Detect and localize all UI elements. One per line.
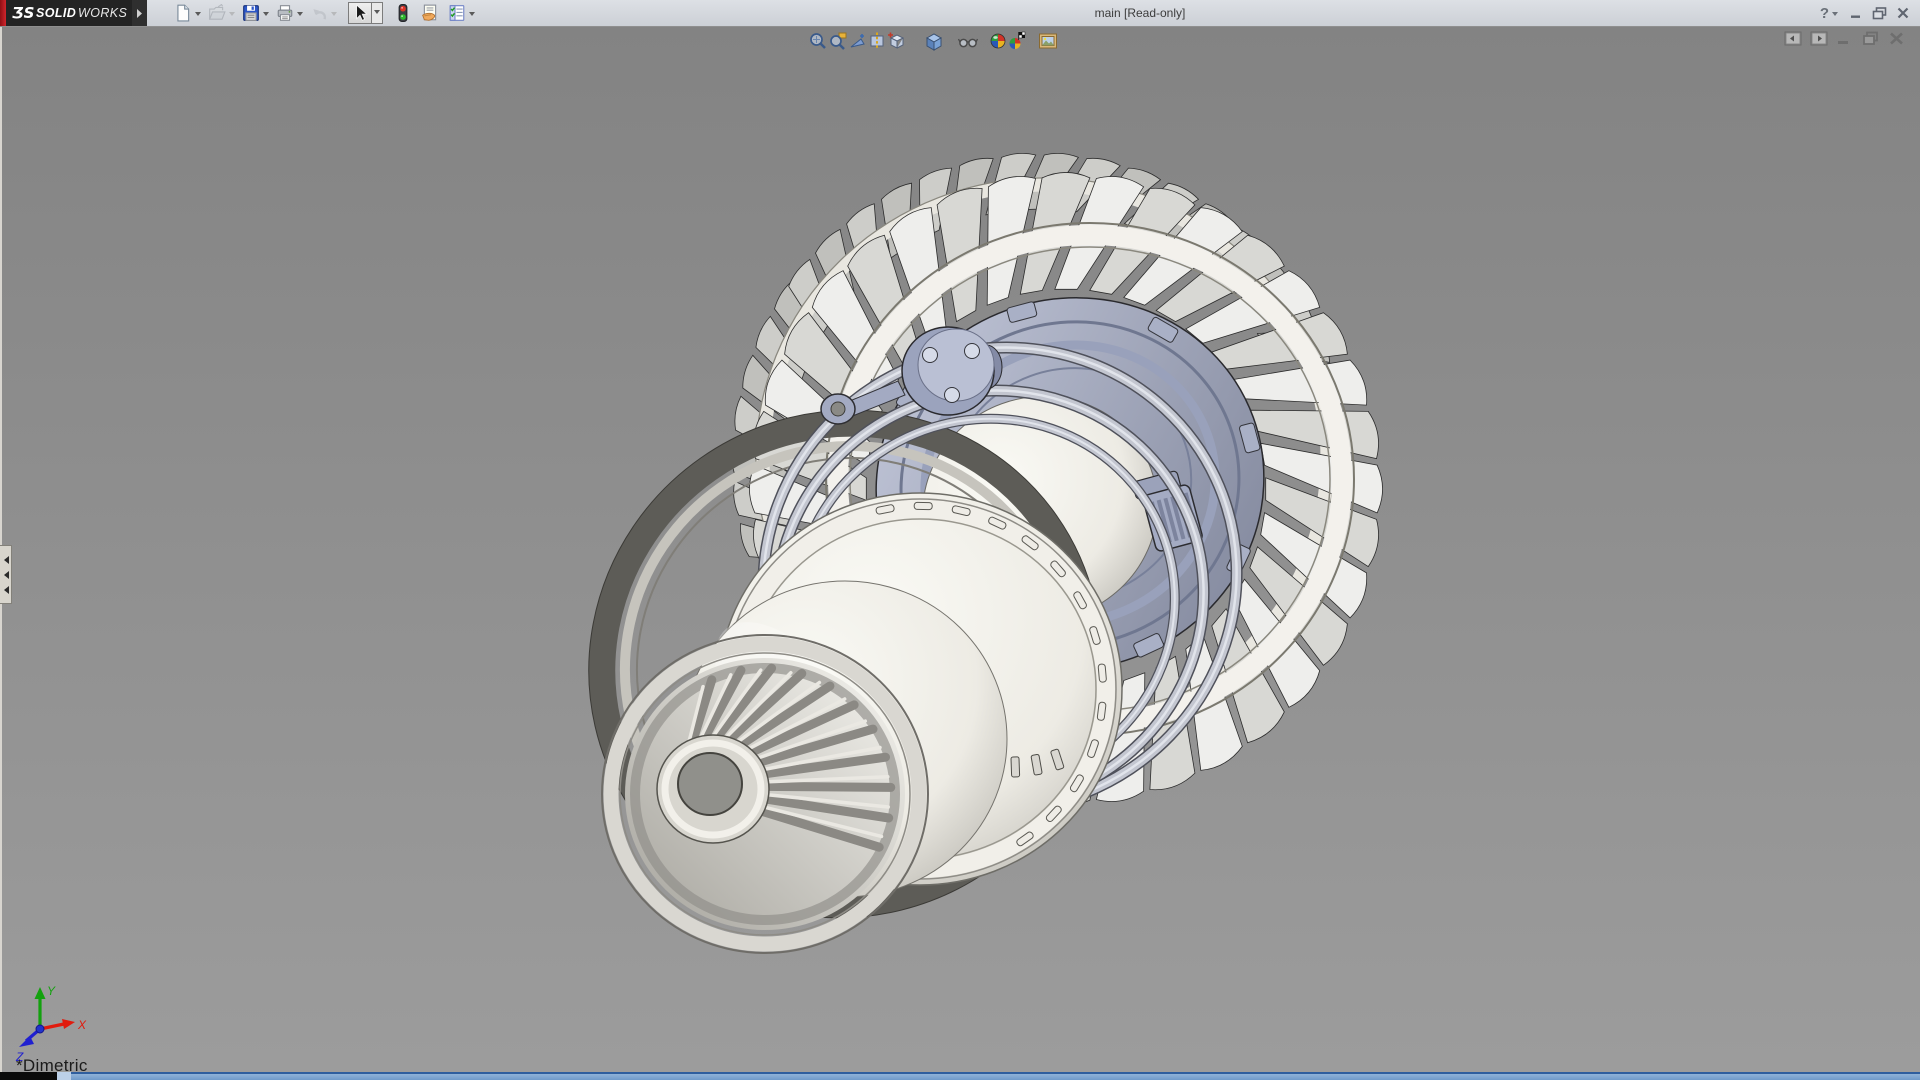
- chevron-right-icon: [136, 9, 143, 18]
- save-floppy-icon: [242, 4, 260, 22]
- open-button[interactable]: [207, 3, 238, 23]
- collapse-arrow-icon: [0, 556, 9, 564]
- brand-glyph: ƷS: [12, 4, 34, 22]
- help-button[interactable]: ?: [1820, 5, 1840, 22]
- collapse-arrow-icon: [0, 571, 9, 579]
- headsup-view-toolbar: [0, 31, 1920, 53]
- zoom-to-area-button[interactable]: [828, 31, 848, 51]
- main-toolbar: [173, 0, 481, 26]
- reference-triad: Y X Z: [14, 982, 114, 1064]
- zoom-to-fit-button[interactable]: [808, 31, 828, 51]
- dropdown-arrow-icon[interactable]: [469, 12, 475, 19]
- feature-pane-left-button[interactable]: [1784, 31, 1802, 46]
- view-orientation-icon: [886, 31, 906, 51]
- previous-view-button[interactable]: [848, 31, 868, 51]
- options-button[interactable]: [447, 3, 478, 23]
- dropdown-arrow-icon[interactable]: [263, 12, 269, 19]
- section-view-icon: [868, 31, 888, 51]
- select-tool[interactable]: [347, 1, 384, 25]
- apply-scene-icon: [1008, 31, 1028, 51]
- previous-view-icon: [848, 31, 868, 51]
- solidworks-window: ƷS SOLID WORKS: [0, 0, 1920, 1080]
- restore-icon: [1872, 7, 1887, 20]
- file-properties-button[interactable]: [420, 3, 440, 23]
- triad-x-label: X: [77, 1018, 87, 1032]
- file-properties-icon: [421, 4, 439, 22]
- zoom-to-fit-icon: [808, 31, 828, 51]
- title-bar: ƷS SOLID WORKS: [0, 0, 1920, 27]
- select-tool-pressed-box[interactable]: [348, 2, 372, 24]
- view-orientation-button[interactable]: [886, 31, 906, 51]
- view-settings-button[interactable]: [1038, 31, 1058, 51]
- title-bar-controls: ?: [1820, 0, 1910, 26]
- restore-document-button[interactable]: [1862, 31, 1880, 46]
- window-close-button[interactable]: [1896, 7, 1910, 19]
- dropdown-arrow-icon[interactable]: [297, 12, 303, 19]
- cursor-arrow-icon: [351, 4, 369, 22]
- minimize-icon: [1849, 7, 1863, 19]
- dropdown-arrow-icon: [374, 10, 380, 17]
- feature-panel-splitter[interactable]: [0, 545, 12, 604]
- new-document-icon: [174, 4, 192, 22]
- dropdown-arrow-icon: [1832, 12, 1838, 19]
- hide-show-items-button[interactable]: [958, 31, 978, 51]
- graphics-viewport[interactable]: Y X Z *Dimetric: [0, 27, 1920, 1072]
- appearance-ball-icon: [988, 31, 1008, 51]
- view-settings-icon: [1038, 31, 1058, 51]
- display-style-button[interactable]: [924, 31, 944, 51]
- undo-arrow-icon: [310, 4, 328, 22]
- nozzle-hub: [657, 735, 769, 843]
- menu-flyout-arrow[interactable]: [132, 0, 147, 26]
- stoplight-icon: [394, 4, 412, 22]
- taskbar-light-segment: [57, 1072, 71, 1080]
- edit-appearance-button[interactable]: [988, 31, 1008, 51]
- taskbar-black-segment: [0, 1072, 57, 1080]
- rebuild-button[interactable]: [393, 3, 413, 23]
- zoom-to-area-icon: [828, 31, 848, 51]
- dropdown-arrow-icon[interactable]: [331, 12, 337, 19]
- close-icon: [1896, 7, 1910, 19]
- solidworks-wordmark: ƷS SOLID WORKS: [10, 2, 128, 24]
- triad-y-label: Y: [47, 984, 56, 998]
- window-restore-button[interactable]: [1872, 7, 1887, 20]
- close-document-button[interactable]: [1888, 31, 1906, 46]
- minimize-document-button[interactable]: [1836, 31, 1854, 46]
- solidworks-logo: ƷS SOLID WORKS: [0, 0, 132, 26]
- brand-works: WORKS: [78, 6, 127, 20]
- collapse-arrow-icon: [0, 586, 9, 594]
- section-view-button[interactable]: [868, 31, 888, 51]
- apply-scene-button[interactable]: [1008, 31, 1028, 51]
- window-minimize-button[interactable]: [1849, 7, 1863, 19]
- window-title: main [Read-only]: [1095, 0, 1186, 26]
- help-icon: ?: [1820, 5, 1829, 22]
- eyeglasses-icon: [958, 31, 978, 51]
- open-folder-icon: [208, 4, 226, 22]
- new-document-button[interactable]: [173, 3, 204, 23]
- jet-engine-3d-model[interactable]: [0, 27, 1920, 1072]
- feature-pane-right-button[interactable]: [1810, 31, 1828, 46]
- save-button[interactable]: [241, 3, 272, 23]
- brand-red-strip: [0, 0, 6, 26]
- printer-icon: [276, 4, 294, 22]
- document-window-controls: [1784, 31, 1906, 46]
- dropdown-arrow-icon[interactable]: [229, 12, 235, 19]
- options-checklist-icon: [448, 4, 466, 22]
- print-button[interactable]: [275, 3, 306, 23]
- dropdown-arrow-icon[interactable]: [195, 12, 201, 19]
- display-style-icon: [924, 31, 944, 51]
- brand-solid: SOLID: [36, 6, 76, 20]
- taskbar-edge-strip: [0, 1072, 1920, 1080]
- undo-button[interactable]: [309, 3, 340, 23]
- select-tool-dropdown[interactable]: [372, 2, 383, 24]
